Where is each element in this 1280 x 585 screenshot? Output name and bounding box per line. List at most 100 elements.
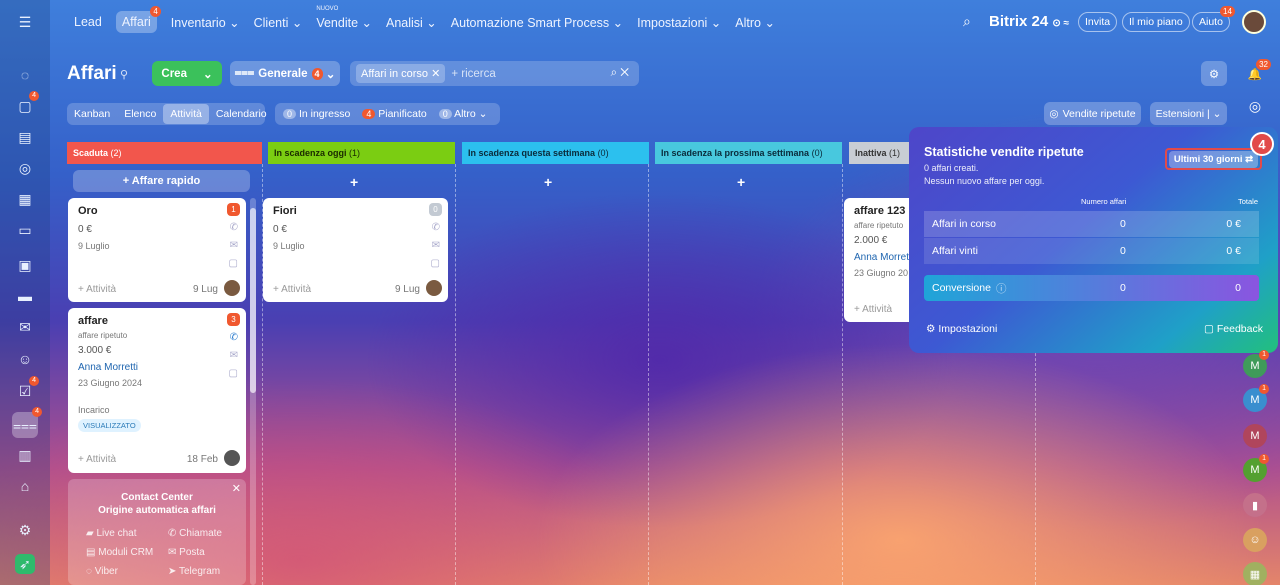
deal-title[interactable]: affare 123	[854, 205, 905, 217]
chat-avatar[interactable]: M1	[1243, 454, 1269, 482]
telegram-item[interactable]: ➤ Telegram	[168, 566, 220, 577]
chat-icon[interactable]: ▢	[229, 258, 238, 269]
search-input[interactable]: Affari in corso ✕ + ricerca ⌕ ✕	[350, 61, 639, 86]
pipeline-select[interactable]: ⩶ Generale 4 ⌄	[230, 61, 340, 86]
chat-avatar[interactable]: M	[1243, 424, 1267, 448]
scrollbar[interactable]	[250, 198, 256, 585]
counter-incoming[interactable]: 0 In ingresso	[283, 108, 350, 120]
close-icon[interactable]: ✕	[232, 482, 241, 495]
create-button[interactable]: Crea ⌄	[152, 61, 222, 86]
mail-icon[interactable]: ✉	[15, 317, 35, 337]
deal-card-affare-123[interactable]: affare 123 affare ripetuto 2.000 € Anna …	[844, 198, 914, 322]
phone-icon[interactable]: ✆	[432, 222, 440, 233]
avatar[interactable]	[224, 280, 240, 296]
settings-link[interactable]: ⚙ Impostazioni	[926, 323, 997, 335]
phone-icon[interactable]: ✆	[230, 222, 238, 233]
mail-icon[interactable]: ✉	[432, 240, 440, 251]
pin-icon[interactable]: ⚲	[120, 68, 128, 81]
crm-forms-item[interactable]: ▤ Moduli CRM	[86, 547, 153, 558]
invite-button[interactable]: Invita	[1078, 12, 1118, 32]
avatar[interactable]	[1242, 10, 1266, 34]
nav-lead[interactable]: Lead	[74, 15, 102, 29]
contact-link[interactable]: Anna Morretti	[78, 362, 138, 373]
column-prossima[interactable]: In scadenza la prossima settimana (0)	[655, 142, 842, 164]
avatar[interactable]	[224, 450, 240, 466]
tab-elenco[interactable]: Elenco	[117, 108, 163, 120]
chat-icon[interactable]: ▢ 4	[15, 91, 39, 116]
counter-other[interactable]: 0 Altro ⌄	[438, 108, 487, 120]
drive-icon[interactable]: ▬	[15, 286, 35, 306]
nav-inventario[interactable]: Inventario ⌄	[171, 15, 240, 30]
tab-kanban[interactable]: Kanban	[67, 108, 117, 120]
contact-link[interactable]: Anna Morret	[854, 252, 909, 263]
open-chats-icon[interactable]: ▦	[1243, 562, 1267, 585]
help-button[interactable]: Aiuto 14	[1192, 6, 1235, 32]
settings-gear-icon[interactable]: ⚙	[1201, 61, 1227, 86]
nav-automazione[interactable]: Automazione Smart Process ⌄	[451, 15, 623, 30]
filter-tag[interactable]: Affari in corso ✕	[356, 64, 446, 83]
add-activity-link[interactable]: + Attività	[78, 454, 116, 465]
tasks-doc-icon[interactable]: ▤	[15, 127, 35, 147]
chat-icon[interactable]: ▢	[229, 368, 238, 379]
fingerprint-icon[interactable]: ◎	[1243, 95, 1267, 117]
planner-icon[interactable]: ▥	[15, 445, 35, 465]
add-deal-plus[interactable]: +	[544, 174, 552, 190]
rocket-icon[interactable]: ➶	[15, 554, 35, 574]
mail-icon[interactable]: ✉	[230, 240, 238, 251]
nav-altro[interactable]: Altro ⌄	[735, 15, 775, 30]
phone-icon[interactable]: ✆	[230, 332, 238, 343]
counter-planned[interactable]: 4 Pianificato	[362, 108, 427, 120]
bookmark-icon[interactable]: ▮	[1243, 493, 1267, 517]
add-activity-link[interactable]: + Attività	[273, 284, 311, 295]
deal-title[interactable]: affare	[78, 315, 108, 327]
my-plan-button[interactable]: Il mio piano	[1122, 12, 1190, 32]
tasks-icon[interactable]: ☑ 4	[15, 376, 39, 401]
target-icon[interactable]: ◎	[15, 158, 35, 178]
deal-title[interactable]: Oro	[78, 205, 98, 217]
nav-vendite[interactable]: NUOVO Vendite ⌄	[316, 6, 372, 30]
group-chat-icon[interactable]: ☺	[1243, 528, 1267, 552]
mail-icon[interactable]: ✉	[230, 350, 238, 361]
calls-item[interactable]: ✆ Chiamate	[168, 528, 222, 539]
period-select[interactable]: Ultimi 30 giorni ⇄	[1165, 148, 1262, 170]
mail-item[interactable]: ✉ Posta	[168, 547, 205, 558]
settings-gear-icon[interactable]: ⚙	[15, 520, 35, 540]
deal-card-oro[interactable]: Oro 1 0 € 9 Luglio ✆ ✉ ▢ + Attività 9 Lu…	[68, 198, 246, 302]
calendar-icon[interactable]: ▦	[15, 189, 35, 209]
column-settimana[interactable]: In scadenza questa settimana (0)	[462, 142, 649, 164]
stream-icon[interactable]: ◌	[15, 65, 35, 85]
tab-calendario[interactable]: Calendario	[209, 108, 274, 120]
add-activity-link[interactable]: + Attività	[854, 304, 892, 315]
chat-icon[interactable]: ▢	[431, 258, 440, 269]
live-chat-item[interactable]: ▰ Live chat	[86, 528, 137, 539]
menu-icon[interactable]: ☰	[15, 12, 35, 32]
column-inattiva[interactable]: Inattiva (1)	[849, 142, 909, 164]
docs-icon[interactable]: ▭	[15, 220, 35, 240]
store-icon[interactable]: ⌂	[15, 476, 35, 496]
contacts-icon[interactable]: ☺	[15, 349, 35, 369]
nav-affari[interactable]: Affari 4	[115, 6, 161, 33]
nav-analisi[interactable]: Analisi ⌄	[386, 15, 437, 30]
add-deal-plus[interactable]: +	[350, 174, 358, 190]
feedback-link[interactable]: ▢ Feedback	[1204, 323, 1263, 335]
deal-title[interactable]: Fiori	[273, 205, 297, 217]
viber-item[interactable]: ◌ Viber	[86, 566, 118, 577]
scrollbar-thumb[interactable]	[250, 208, 256, 393]
deal-card-fiori[interactable]: Fiori 0 0 € 9 Luglio ✆ ✉ ▢ + Attività 9 …	[263, 198, 448, 302]
chat-avatar[interactable]: M1	[1243, 384, 1269, 412]
quick-add-button[interactable]: + Affare rapido	[73, 170, 250, 192]
add-activity-link[interactable]: + Attività	[78, 284, 116, 295]
info-icon[interactable]: ⓘ	[996, 281, 1007, 296]
tab-attivita[interactable]: Attività	[163, 104, 209, 124]
nav-clienti[interactable]: Clienti ⌄	[254, 15, 303, 30]
repeat-sales-button[interactable]: ◎ Vendite ripetute	[1044, 102, 1141, 125]
avatar[interactable]	[426, 280, 442, 296]
crm-icon[interactable]: ⩶ 4	[12, 407, 42, 438]
search-icon[interactable]: ⌕	[963, 13, 971, 30]
add-deal-plus[interactable]: +	[737, 174, 745, 190]
deal-card-affare[interactable]: affare 3 affare ripetuto 3.000 € Anna Mo…	[68, 308, 246, 473]
column-oggi[interactable]: In scadenza oggi (1)	[268, 142, 455, 164]
column-scaduta[interactable]: Scaduta (2)	[67, 142, 262, 164]
nav-impostazioni[interactable]: Impostazioni ⌄	[637, 15, 721, 30]
period-button[interactable]: Ultimi 30 giorni ⇄	[1168, 150, 1259, 168]
